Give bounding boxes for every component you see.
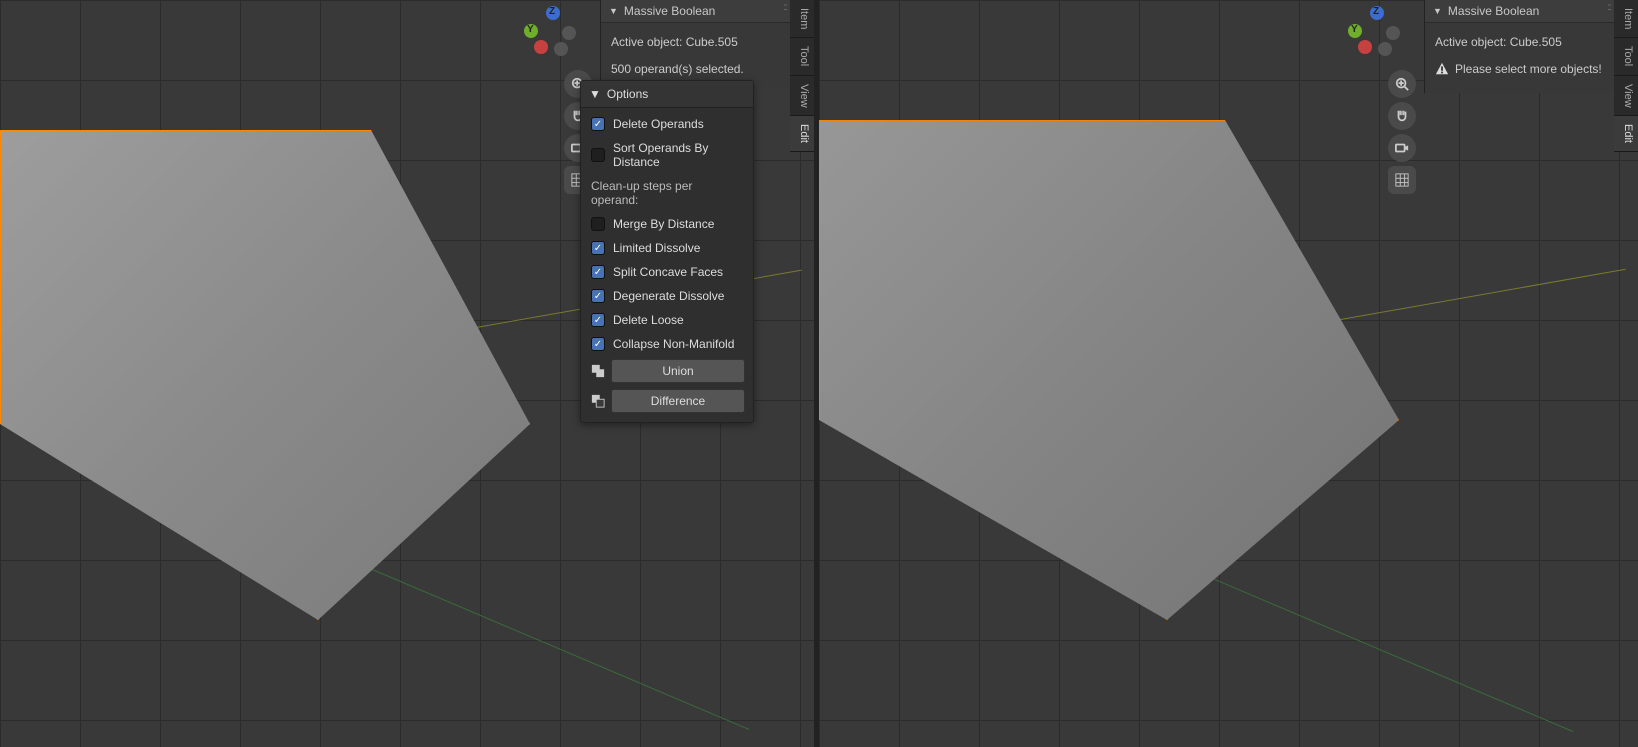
- tab-tool[interactable]: Tool: [790, 38, 814, 75]
- collapse-non-manifold-checkbox[interactable]: Collapse Non-Manifold: [585, 332, 749, 356]
- union-icon: [589, 362, 607, 380]
- sort-by-distance-checkbox[interactable]: Sort Operands By Distance: [585, 136, 749, 174]
- panel-title: Massive Boolean: [624, 4, 715, 18]
- grid-toggle-icon[interactable]: [1388, 166, 1416, 194]
- panel-title: Massive Boolean: [1448, 4, 1539, 18]
- operands-selected-label: 500 operand(s) selected.: [611, 56, 780, 83]
- cleanup-steps-label: Clean-up steps per operand:: [585, 174, 749, 212]
- axis-neg-ball-2: [554, 42, 568, 56]
- panel-grip-icon[interactable]: ::::: [1607, 2, 1610, 13]
- n-panel-right: ▼ Massive Boolean :::: Active object: Cu…: [1424, 0, 1614, 93]
- tab-item[interactable]: Item: [1614, 0, 1638, 38]
- warning-icon: [1435, 62, 1449, 76]
- axis-z-label: Z: [1373, 6, 1379, 17]
- delete-loose-input[interactable]: [591, 313, 605, 327]
- split-concave-input[interactable]: [591, 265, 605, 279]
- axis-x-ball: [1358, 40, 1372, 54]
- delete-loose-label: Delete Loose: [613, 313, 684, 327]
- difference-button[interactable]: Difference: [611, 389, 745, 413]
- difference-icon: [589, 392, 607, 410]
- options-header[interactable]: ▼ Options: [581, 81, 753, 108]
- tab-view[interactable]: View: [790, 76, 814, 117]
- delete-operands-label: Delete Operands: [613, 117, 704, 131]
- merge-by-distance-label: Merge By Distance: [613, 217, 714, 231]
- pan-icon[interactable]: [1388, 102, 1416, 130]
- limited-dissolve-checkbox[interactable]: Limited Dissolve: [585, 236, 749, 260]
- limited-dissolve-input[interactable]: [591, 241, 605, 255]
- split-concave-checkbox[interactable]: Split Concave Faces: [585, 260, 749, 284]
- sidebar-tabs: Item Tool View Edit: [1614, 0, 1638, 152]
- tab-item[interactable]: Item: [790, 0, 814, 38]
- orientation-gizmo[interactable]: Z Y: [1348, 6, 1408, 66]
- warning-row: Please select more objects!: [1435, 56, 1604, 83]
- degenerate-dissolve-checkbox[interactable]: Degenerate Dissolve: [585, 284, 749, 308]
- delete-operands-input[interactable]: [591, 117, 605, 131]
- axis-neg-ball-2: [1378, 42, 1392, 56]
- tab-view[interactable]: View: [1614, 76, 1638, 117]
- tab-edit[interactable]: Edit: [790, 116, 814, 152]
- union-button[interactable]: Union: [611, 359, 745, 383]
- axis-neg-ball-1: [562, 26, 576, 40]
- sort-by-distance-input[interactable]: [591, 148, 605, 162]
- n-panel-left: ▼ Massive Boolean :::: Active object: Cu…: [600, 0, 790, 89]
- degenerate-dissolve-input[interactable]: [591, 289, 605, 303]
- merge-by-distance-input[interactable]: [591, 217, 605, 231]
- viewport-left[interactable]: Z Y ▼ Massive Boolean :::: Active object…: [0, 0, 819, 747]
- warning-text: Please select more objects!: [1455, 58, 1602, 81]
- split-concave-label: Split Concave Faces: [613, 265, 723, 279]
- axis-y-label: Y: [1351, 24, 1358, 35]
- active-object-label: Active object: Cube.505: [611, 29, 780, 56]
- delete-operands-checkbox[interactable]: Delete Operands: [585, 112, 749, 136]
- panel-grip-icon[interactable]: ::::: [783, 2, 786, 13]
- options-title: Options: [607, 87, 648, 101]
- orientation-gizmo[interactable]: Z Y: [524, 6, 584, 66]
- merge-by-distance-checkbox[interactable]: Merge By Distance: [585, 212, 749, 236]
- axis-y-label: Y: [527, 24, 534, 35]
- camera-icon[interactable]: [1388, 134, 1416, 162]
- degenerate-dissolve-label: Degenerate Dissolve: [613, 289, 724, 303]
- panel-header[interactable]: ▼ Massive Boolean ::::: [1425, 0, 1614, 23]
- viewport-right[interactable]: Z Y ▼ Massive Boolean :::: Active object…: [819, 0, 1638, 747]
- panel-header[interactable]: ▼ Massive Boolean ::::: [601, 0, 790, 23]
- delete-loose-checkbox[interactable]: Delete Loose: [585, 308, 749, 332]
- active-object-label: Active object: Cube.505: [1435, 29, 1604, 56]
- sort-by-distance-label: Sort Operands By Distance: [613, 141, 743, 169]
- axis-z-label: Z: [549, 6, 555, 17]
- collapse-non-manifold-input[interactable]: [591, 337, 605, 351]
- disclosure-triangle-icon: ▼: [1433, 6, 1442, 16]
- disclosure-triangle-icon: ▼: [589, 87, 601, 101]
- options-panel: ▼ Options Delete Operands Sort Operands …: [580, 80, 754, 423]
- limited-dissolve-label: Limited Dissolve: [613, 241, 700, 255]
- tab-tool[interactable]: Tool: [1614, 38, 1638, 75]
- sidebar-tabs: Item Tool View Edit: [790, 0, 814, 152]
- zoom-icon[interactable]: [1388, 70, 1416, 98]
- disclosure-triangle-icon: ▼: [609, 6, 618, 16]
- axis-x-ball: [534, 40, 548, 54]
- collapse-non-manifold-label: Collapse Non-Manifold: [613, 337, 734, 351]
- tab-edit[interactable]: Edit: [1614, 116, 1638, 152]
- axis-neg-ball-1: [1386, 26, 1400, 40]
